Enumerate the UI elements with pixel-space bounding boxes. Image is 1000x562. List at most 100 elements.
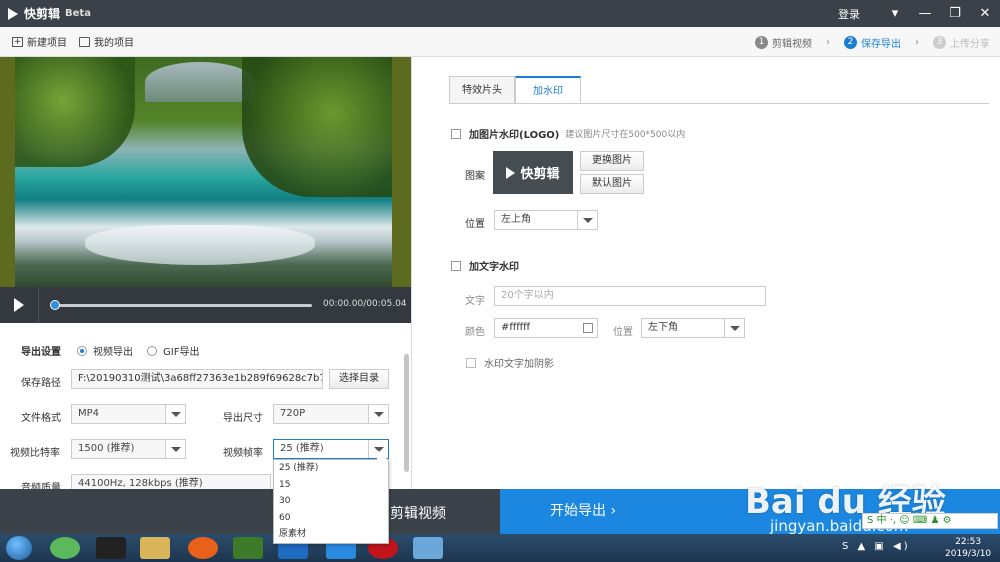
color-swatch[interactable]	[583, 323, 593, 333]
panel-tabs: 特效片头 加水印	[449, 76, 581, 104]
app-logo: 快剪辑 Beta	[8, 5, 91, 22]
choose-directory-button[interactable]: 选择目录	[329, 369, 389, 389]
dropdown-option[interactable]: 60	[274, 510, 388, 527]
video-app-icon[interactable]	[233, 537, 263, 559]
dropdown-option[interactable]: 30	[274, 493, 388, 510]
dropdown-option[interactable]: 25 (推荐)	[274, 460, 388, 477]
system-tray: S ▲ ▣ ◀)	[842, 541, 911, 552]
color-label: 颜色	[465, 327, 485, 338]
step-label: 上传分享	[950, 38, 990, 50]
color-input[interactable]: #ffffff	[494, 318, 598, 338]
size-value: 720P	[280, 408, 306, 419]
format-label: 文件格式	[21, 413, 61, 424]
step-share[interactable]: 3 上传分享	[933, 35, 990, 50]
color-value: #ffffff	[501, 322, 531, 333]
toolbar: + 新建项目 我的项目 1 剪辑视频 › 2 保存导出 › 3 上传分享	[0, 27, 1000, 57]
change-image-button[interactable]: 更换图片	[580, 151, 644, 171]
watermark-panel: 特效片头 加水印 加图片水印(LOGO) 建议图片尺寸在500*500以内 图案…	[411, 57, 1000, 489]
chevron-down-icon	[165, 405, 185, 423]
step-edit[interactable]: 1 剪辑视频	[755, 35, 812, 50]
close-icon[interactable]: ✕	[970, 6, 1000, 21]
step-export[interactable]: 2 保存导出	[844, 35, 901, 50]
chevron-down-icon	[368, 405, 388, 423]
chevron-down-icon	[724, 319, 744, 337]
edit-video-button[interactable]: 剪辑视频	[390, 503, 446, 523]
video-preview	[0, 57, 411, 287]
plus-box-icon: +	[12, 36, 23, 47]
step-label: 剪辑视频	[772, 38, 812, 50]
play-logo-icon	[8, 7, 18, 20]
checkbox-box	[466, 357, 476, 368]
title-bar: 快剪辑 Beta 登录 ▾ — ❐ ✕	[0, 0, 1000, 27]
my-projects-button[interactable]: 我的项目	[79, 34, 134, 49]
framerate-value: 25 (推荐)	[280, 443, 324, 454]
step-number: 2	[844, 35, 857, 49]
tab-intro-effects[interactable]: 特效片头	[449, 76, 515, 104]
text-label: 文字	[465, 296, 485, 307]
step-indicator: 1 剪辑视频 › 2 保存导出 › 3 上传分享	[741, 27, 990, 57]
time-display: 00:00.00/00:05.04	[323, 299, 407, 309]
video-export-radio[interactable]: 视频导出	[77, 343, 133, 358]
settings-scrollbar[interactable]	[404, 354, 409, 472]
login-button[interactable]: 登录	[838, 6, 860, 22]
progress-track[interactable]	[54, 304, 312, 307]
text-watermark-checkbox[interactable]: 加文字水印	[451, 258, 519, 273]
framerate-select[interactable]: 25 (推荐)	[273, 439, 389, 459]
framerate-label: 视频帧率	[223, 448, 263, 459]
new-project-button[interactable]: + 新建项目	[12, 34, 67, 49]
play-icon[interactable]	[14, 298, 24, 312]
tab-add-watermark[interactable]: 加水印	[515, 76, 581, 104]
player-controls: 00:00.00/00:05.04	[0, 287, 411, 323]
shadow-label: 水印文字加阴影	[484, 359, 554, 370]
window-app-icon[interactable]	[413, 537, 443, 559]
logo-hint: 建议图片尺寸在500*500以内	[565, 130, 686, 140]
qq-icon[interactable]	[96, 537, 126, 559]
folder-icon[interactable]	[140, 537, 170, 559]
restore-icon[interactable]: ❐	[940, 6, 970, 21]
logo-watermark-checkbox[interactable]: 加图片水印(LOGO) 建议图片尺寸在500*500以内	[451, 126, 685, 141]
text-position-select[interactable]: 左下角	[641, 318, 745, 338]
clock: 22:53 2019/3/10	[945, 536, 991, 560]
play-logo-icon	[506, 166, 516, 179]
text-position-label: 位置	[613, 327, 633, 338]
step-number: 3	[933, 35, 946, 49]
chevron-right-icon: ›	[915, 36, 919, 48]
checkbox-box	[451, 128, 461, 139]
default-image-button[interactable]: 默认图片	[580, 174, 644, 194]
save-path-label: 保存路径	[21, 378, 61, 389]
beta-label: Beta	[65, 8, 91, 19]
dropdown-option[interactable]: 15	[274, 477, 388, 494]
progress-knob[interactable]	[50, 300, 60, 310]
taskbar: S ▲ ▣ ◀) 22:53 2019/3/10	[0, 534, 1000, 562]
my-projects-label: 我的项目	[94, 38, 134, 49]
dropdown-option[interactable]: 原素材	[274, 526, 388, 543]
step-label: 保存导出	[861, 38, 901, 50]
clock-time: 22:53	[955, 537, 982, 547]
size-label: 导出尺寸	[223, 413, 263, 424]
video-export-label: 视频导出	[93, 347, 133, 358]
size-select[interactable]: 720P	[273, 404, 389, 424]
format-select[interactable]: MP4	[71, 404, 186, 424]
shadow-checkbox[interactable]: 水印文字加阴影	[466, 355, 554, 370]
gif-export-radio[interactable]: GIF导出	[147, 343, 199, 358]
minimize-icon[interactable]: —	[910, 6, 940, 21]
firefox-icon[interactable]	[188, 537, 218, 559]
save-path-field[interactable]: F:\20190310测试\3a68ff27363e1b289f69628c7b…	[71, 369, 323, 389]
export-settings-label: 导出设置	[21, 347, 61, 358]
logo-position-select[interactable]: 左上角	[494, 210, 598, 230]
format-value: MP4	[78, 408, 100, 419]
preview-image	[15, 57, 392, 287]
framerate-dropdown: 25 (推荐) 15 30 60 原素材	[273, 459, 389, 544]
text-position-value: 左下角	[648, 322, 678, 333]
clock-date: 2019/3/10	[945, 549, 992, 559]
bitrate-value: 1500 (推荐)	[78, 443, 135, 454]
audio-select[interactable]: 44100Hz, 128kbps (推荐)	[71, 474, 271, 489]
start-button[interactable]	[6, 536, 32, 560]
app-name: 快剪辑	[24, 7, 61, 21]
bitrate-select[interactable]: 1500 (推荐)	[71, 439, 186, 459]
logo-preview: 快剪辑	[493, 151, 573, 194]
new-project-label: 新建项目	[27, 38, 67, 49]
refresh-app-icon[interactable]	[50, 537, 80, 559]
menu-icon[interactable]: ▾	[880, 6, 910, 21]
text-input[interactable]: 20个字以内	[494, 286, 766, 306]
